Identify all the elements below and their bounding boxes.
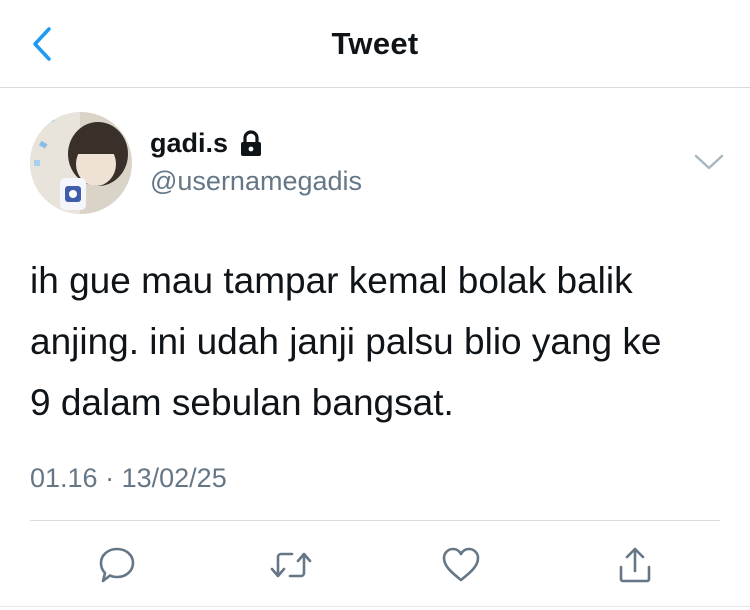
meta-separator: · [105,463,115,493]
avatar-image [30,112,132,214]
display-name[interactable]: gadi.s [150,128,228,159]
tweet-time: 01.16 [30,463,98,493]
retweet-button[interactable] [266,540,316,590]
author-name-row: gadi.s [150,128,264,159]
tweet-timestamp: 01.16 · 13/02/25 [30,463,227,494]
navigation-bar: Tweet [0,0,750,88]
divider [30,520,720,521]
page-title: Tweet [331,26,419,61]
tweet-line: anjing. ini udah janji palsu blio yang k… [30,321,662,362]
heart-icon [442,547,480,582]
share-icon [619,547,651,583]
like-button[interactable] [436,540,486,590]
tweet-line: 9 dalam sebulan bangsat. [30,382,454,423]
avatar[interactable] [30,112,132,214]
chevron-down-icon [694,154,724,170]
comment-icon [99,547,135,583]
tweet-line: ih gue mau tampar kemal bolak balik [30,260,633,301]
tweet-date: 13/02/25 [121,463,227,493]
reply-button[interactable] [92,540,142,590]
lock-icon [238,129,264,158]
bottom-divider [0,606,750,607]
user-handle[interactable]: @usernamegadis [150,166,362,197]
share-button[interactable] [610,540,660,590]
retweet-icon [270,552,312,578]
tweet-text: ih gue mau tampar kemal bolak balik anji… [30,250,730,433]
more-options-button[interactable] [692,148,726,176]
